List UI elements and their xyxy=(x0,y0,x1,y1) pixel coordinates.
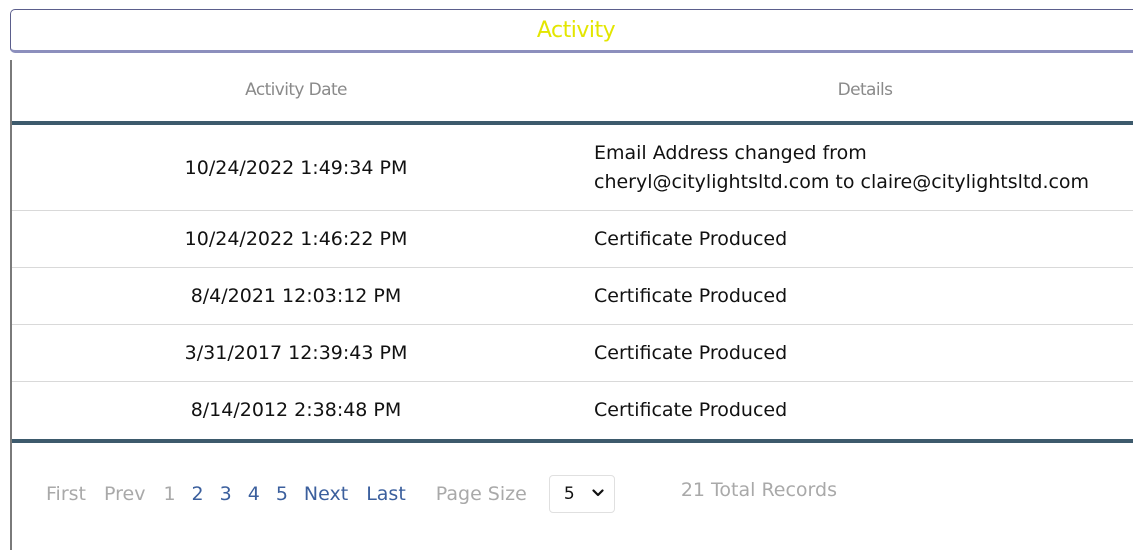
first-page-link[interactable]: First xyxy=(46,483,86,505)
next-page-link[interactable]: Next xyxy=(304,483,348,505)
last-page-link[interactable]: Last xyxy=(366,483,406,505)
activity-date-cell: 3/31/2017 12:39:43 PM xyxy=(184,342,408,364)
table-row: 10/24/2022 1:46:22 PM Certificate Produc… xyxy=(12,211,1133,268)
details-cell: Certificate Produced xyxy=(594,325,1133,381)
page-3-link[interactable]: 3 xyxy=(220,483,232,505)
details-line: Certificate Produced xyxy=(594,341,788,364)
activity-date-cell: 8/14/2012 2:38:48 PM xyxy=(190,399,402,421)
page-1-current: 1 xyxy=(163,483,176,505)
details-line: cheryl@citylightsltd.com to claire@cityl… xyxy=(594,170,1090,193)
activity-date-cell: 10/24/2022 1:49:34 PM xyxy=(184,156,408,179)
page-size-value: 5 xyxy=(563,484,575,504)
chevron-down-icon xyxy=(592,489,604,497)
details-line: Certificate Produced xyxy=(594,227,788,250)
page-size-select[interactable]: 5 xyxy=(548,475,615,513)
footer-divider xyxy=(12,439,1133,443)
table-row: 3/31/2017 12:39:43 PM Certificate Produc… xyxy=(12,325,1133,382)
table-row: 10/24/2022 1:49:34 PM Email Address chan… xyxy=(12,125,1133,211)
page-5-link[interactable]: 5 xyxy=(276,483,288,505)
details-line: Certificate Produced xyxy=(594,284,788,307)
details-cell: Certificate Produced xyxy=(594,211,1133,267)
activity-panel-header: Activity xyxy=(10,9,1133,53)
table-row: 8/4/2021 12:03:12 PM Certificate Produce… xyxy=(12,268,1133,325)
details-cell: Email Address changed from cheryl@cityli… xyxy=(594,125,1133,210)
page-size-label: Page Size xyxy=(435,483,527,505)
column-header-activity-date[interactable]: Activity Date xyxy=(12,60,580,120)
page-2-link[interactable]: 2 xyxy=(192,483,204,505)
details-line: Certificate Produced xyxy=(594,398,788,421)
activity-date-cell: 10/24/2022 1:46:22 PM xyxy=(184,228,408,250)
details-line: Email Address changed from xyxy=(594,141,867,164)
total-records: 21 Total Records xyxy=(680,479,837,501)
column-header-details[interactable]: Details xyxy=(580,60,1133,120)
details-cell: Certificate Produced xyxy=(594,382,1133,438)
activity-date-cell: 8/4/2021 12:03:12 PM xyxy=(190,285,402,307)
prev-page-link[interactable]: Prev xyxy=(104,483,145,505)
pagination: First Prev 1 2 3 4 5 Next Last Page Size… xyxy=(46,474,837,514)
table-row: 8/14/2012 2:38:48 PM Certificate Produce… xyxy=(12,382,1133,438)
page-4-link[interactable]: 4 xyxy=(248,483,260,505)
details-cell: Certificate Produced xyxy=(594,268,1133,324)
panel-title: Activity xyxy=(536,17,616,43)
